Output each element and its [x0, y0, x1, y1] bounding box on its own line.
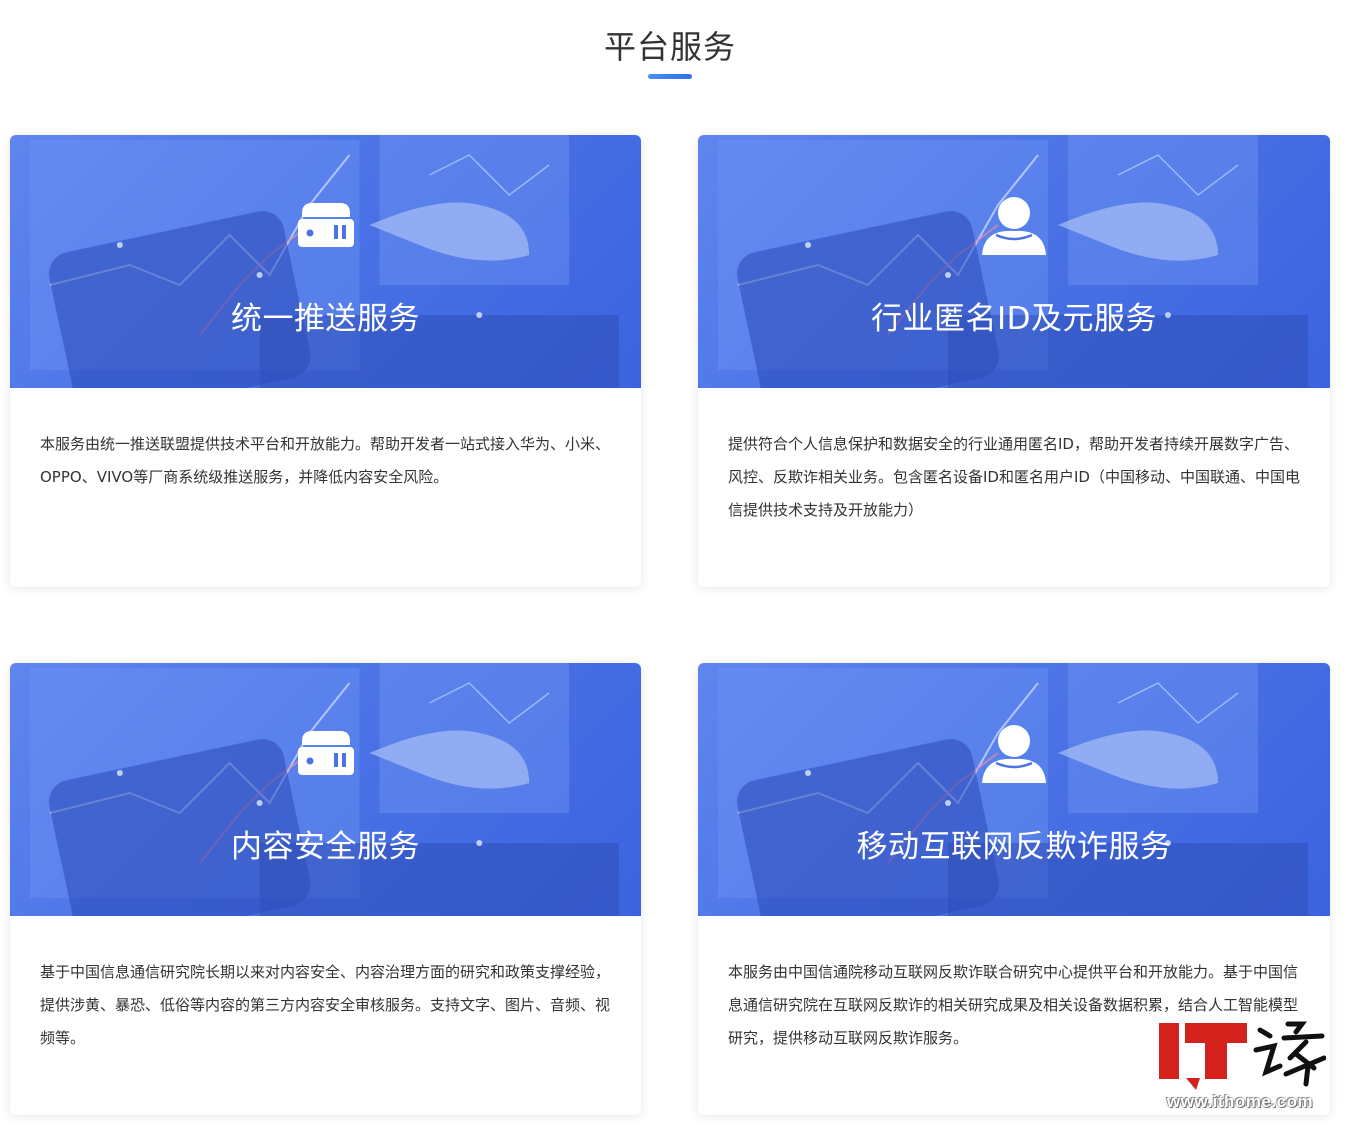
ithome-watermark: www.ithome.com: [1150, 1010, 1330, 1120]
server-box-icon: [294, 191, 358, 255]
user-icon: [982, 191, 1046, 255]
banner-background-image: [29, 135, 620, 388]
card-banner: 统一推送服务: [10, 135, 641, 388]
card-title: 行业匿名ID及元服务: [870, 301, 1157, 337]
card-banner: 移动互联网反欺诈服务: [698, 663, 1330, 916]
card-description: 本服务由统一推送联盟提供技术平台和开放能力。帮助开发者一站式接入华为、小米、OP…: [40, 435, 611, 486]
card-banner: 内容安全服务: [10, 663, 641, 916]
card-description: 提供符合个人信息保护和数据安全的行业通用匿名ID，帮助开发者持续开展数字广告、风…: [728, 435, 1300, 519]
server-box-icon: [294, 719, 358, 783]
service-card-push[interactable]: 统一推送服务 本服务由统一推送联盟提供技术平台和开放能力。帮助开发者一站式接入华…: [10, 135, 641, 587]
service-card-content-security[interactable]: 内容安全服务 基于中国信息通信研究院长期以来对内容安全、内容治理方面的研究和政策…: [10, 663, 641, 1115]
user-icon: [982, 719, 1046, 783]
card-title: 内容安全服务: [231, 829, 420, 865]
card-banner: 行业匿名ID及元服务: [698, 135, 1330, 388]
banner-background-image: [718, 663, 1308, 916]
card-title: 移动互联网反欺诈服务: [856, 829, 1172, 865]
banner-background-image: [29, 663, 620, 916]
section-title: 平台服务: [603, 28, 736, 66]
ithome-logo-icon: [1157, 1021, 1326, 1090]
title-underline: [648, 74, 692, 79]
service-card-anonymous-id[interactable]: 行业匿名ID及元服务 提供符合个人信息保护和数据安全的行业通用匿名ID，帮助开发…: [698, 135, 1330, 587]
card-description: 基于中国信息通信研究院长期以来对内容安全、内容治理方面的研究和政策支撑经验，提供…: [40, 963, 611, 1047]
banner-background-image: [718, 135, 1308, 388]
watermark-url: www.ithome.com: [1166, 1092, 1314, 1111]
card-title: 统一推送服务: [231, 301, 420, 337]
